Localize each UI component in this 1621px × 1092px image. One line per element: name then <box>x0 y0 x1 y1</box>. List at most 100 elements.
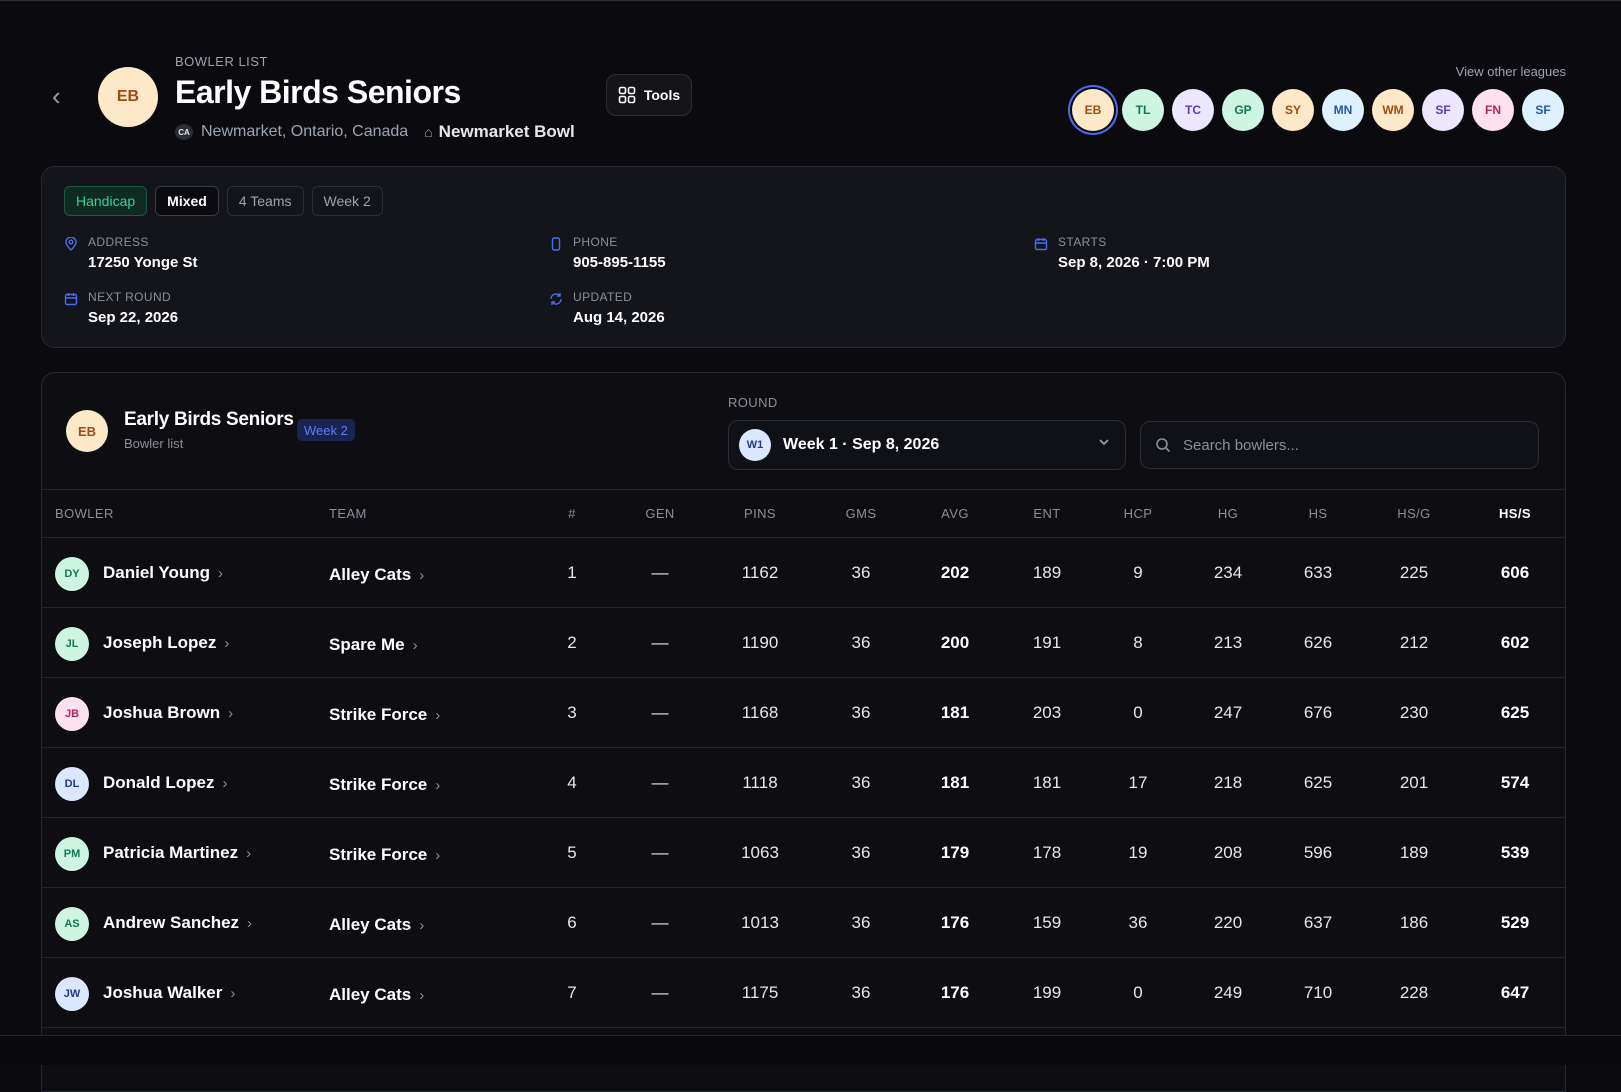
bowler-name-link[interactable]: Joshua Walker › <box>103 983 235 1003</box>
table-row[interactable]: DY Daniel Young › Alley Cats › 1 — 1162 36 202 189… <box>42 538 1565 608</box>
table-row[interactable]: JL Joseph Lopez › Spare Me › 2 — 1190 36 200 191 8 2… <box>42 608 1565 678</box>
league-switch-wm[interactable]: WM <box>1372 89 1414 131</box>
bowler-name-link[interactable]: Donald Lopez › <box>103 773 227 793</box>
week-badge: Week 2 <box>297 419 355 441</box>
col-hcp[interactable]: HCP <box>1124 506 1153 521</box>
cell-gms: 36 <box>851 773 871 792</box>
chevron-right-icon: › <box>247 914 253 932</box>
team-link[interactable]: Strike Force › <box>329 705 440 725</box>
league-switch-fn[interactable]: FN <box>1472 89 1514 131</box>
table-row[interactable]: JW Joshua Walker › Alley Cats › 7 — 1175 36 176 19… <box>42 958 1565 1028</box>
league-switch-gp[interactable]: GP <box>1222 89 1264 131</box>
round-label: ROUND <box>728 395 778 410</box>
league-switch-tc[interactable]: TC <box>1172 89 1214 131</box>
col-gen[interactable]: GEN <box>645 506 674 521</box>
tools-label: Tools <box>643 87 681 103</box>
handicap-chip: Handicap <box>64 186 148 216</box>
cell-gen: — <box>651 703 669 722</box>
chevron-right-icon: › <box>419 986 425 1004</box>
row-divider <box>42 1027 1565 1028</box>
team-name: Spare Me <box>329 635 405 654</box>
cell-gms: 36 <box>851 983 871 1002</box>
team-link[interactable]: Alley Cats › <box>329 985 424 1005</box>
search-bowlers-field[interactable] <box>1140 421 1539 469</box>
cell-avg: 181 <box>940 703 970 722</box>
team-link[interactable]: Strike Force › <box>329 775 440 795</box>
league-switch-sf[interactable]: SF <box>1422 89 1464 131</box>
col-hs[interactable]: HS <box>1309 506 1328 521</box>
teams-chip: 4 Teams <box>226 186 304 216</box>
chevron-right-icon: › <box>228 704 234 722</box>
top-border <box>0 0 1621 1</box>
cell-hcp: 0 <box>1133 983 1143 1002</box>
col-avg[interactable]: AVG <box>941 506 969 521</box>
house-icon: ⌂ <box>424 124 433 140</box>
table-row[interactable]: AS Andrew Sanchez › Alley Cats › 6 — 1013 36 176 1… <box>42 888 1565 958</box>
col-gms[interactable]: GMS <box>846 506 877 521</box>
league-switch-sy[interactable]: SY <box>1272 89 1314 131</box>
back-icon[interactable]: ‹ <box>52 83 72 109</box>
team-link[interactable]: Alley Cats › <box>329 915 424 935</box>
league-switch-tl[interactable]: TL <box>1122 89 1164 131</box>
col-bowler[interactable]: BOWLER <box>55 506 114 521</box>
bowler-name: Andrew Sanchez <box>103 913 240 932</box>
table-row[interactable]: DL Donald Lopez › Strike Force › 4 — 1118 36 181 1… <box>42 748 1565 818</box>
chevron-right-icon: › <box>412 636 418 654</box>
table-row[interactable]: PM Patricia Martinez › Strike Force › 5 — 1063 3… <box>42 818 1565 888</box>
avatar: DY <box>55 557 89 591</box>
cell-hcp: 9 <box>1133 563 1143 582</box>
avatar: JL <box>55 627 89 661</box>
bowler-name: Daniel Young <box>103 563 211 582</box>
view-other-leagues-link[interactable]: View other leagues <box>1456 64 1566 79</box>
tools-button[interactable]: Tools <box>606 74 692 116</box>
team-link[interactable]: Alley Cats › <box>329 565 424 585</box>
col-hg[interactable]: HG <box>1218 506 1238 521</box>
bottom-bar <box>0 1035 1621 1065</box>
team-link[interactable]: Spare Me › <box>329 635 418 655</box>
round-select[interactable]: W1 Week 1 · Sep 8, 2026 <box>728 420 1126 470</box>
cell-gen: — <box>651 913 669 932</box>
col-hss[interactable]: HS/S <box>1499 506 1531 521</box>
calendar-icon <box>1034 238 1048 251</box>
round-code-badge: W1 <box>739 429 771 461</box>
col-number[interactable]: # <box>568 506 576 521</box>
league-switch-eb[interactable]: EB <box>1072 89 1114 131</box>
cell-pins: 1013 <box>741 913 779 932</box>
panel-title: Early Birds Seniors <box>124 409 294 430</box>
chevron-right-icon: › <box>224 634 230 652</box>
cell-num: 2 <box>567 633 577 652</box>
col-ent[interactable]: ENT <box>1033 506 1060 521</box>
cell-gen: — <box>651 773 669 792</box>
table-row[interactable]: JB Joshua Brown › Strike Force › 3 — 1168 36 181 2… <box>42 678 1565 748</box>
page-title: Early Birds Seniors <box>175 74 461 110</box>
team-name: Strike Force <box>329 775 428 794</box>
avatar: DL <box>55 767 89 801</box>
cell-gms: 36 <box>851 913 871 932</box>
cell-ent: 203 <box>1032 703 1062 722</box>
bowler-name-link[interactable]: Joshua Brown › <box>103 703 233 723</box>
col-pins[interactable]: PINS <box>744 506 776 521</box>
cell-hsg: 186 <box>1399 913 1429 932</box>
league-switch-mn[interactable]: MN <box>1322 89 1364 131</box>
cell-hcp: 17 <box>1128 773 1148 792</box>
col-hsg[interactable]: HS/G <box>1397 506 1430 521</box>
cell-ent: 181 <box>1032 773 1062 792</box>
cell-hss: 606 <box>1500 563 1530 582</box>
bowler-name-link[interactable]: Patricia Martinez › <box>103 843 251 863</box>
league-logo: EB <box>98 67 158 127</box>
bowler-name-link[interactable]: Daniel Young › <box>103 563 223 583</box>
cell-hss: 539 <box>1500 843 1530 862</box>
league-switch-sf[interactable]: SF <box>1522 89 1564 131</box>
cell-hss: 574 <box>1500 773 1530 792</box>
search-input[interactable] <box>1181 435 1505 455</box>
next-round-value: Sep 22, 2026 <box>88 309 179 326</box>
avatar: PM <box>55 837 89 871</box>
cell-hsg: 189 <box>1399 843 1429 862</box>
cell-gen: — <box>651 843 669 862</box>
team-link[interactable]: Strike Force › <box>329 845 440 865</box>
bowler-name-link[interactable]: Andrew Sanchez › <box>103 913 252 933</box>
bowling-center-link[interactable]: ⌂ Newmarket Bowl <box>424 122 575 142</box>
bowler-name-link[interactable]: Joseph Lopez › <box>103 633 229 653</box>
chevron-right-icon: › <box>435 706 441 724</box>
col-team[interactable]: TEAM <box>329 506 367 521</box>
